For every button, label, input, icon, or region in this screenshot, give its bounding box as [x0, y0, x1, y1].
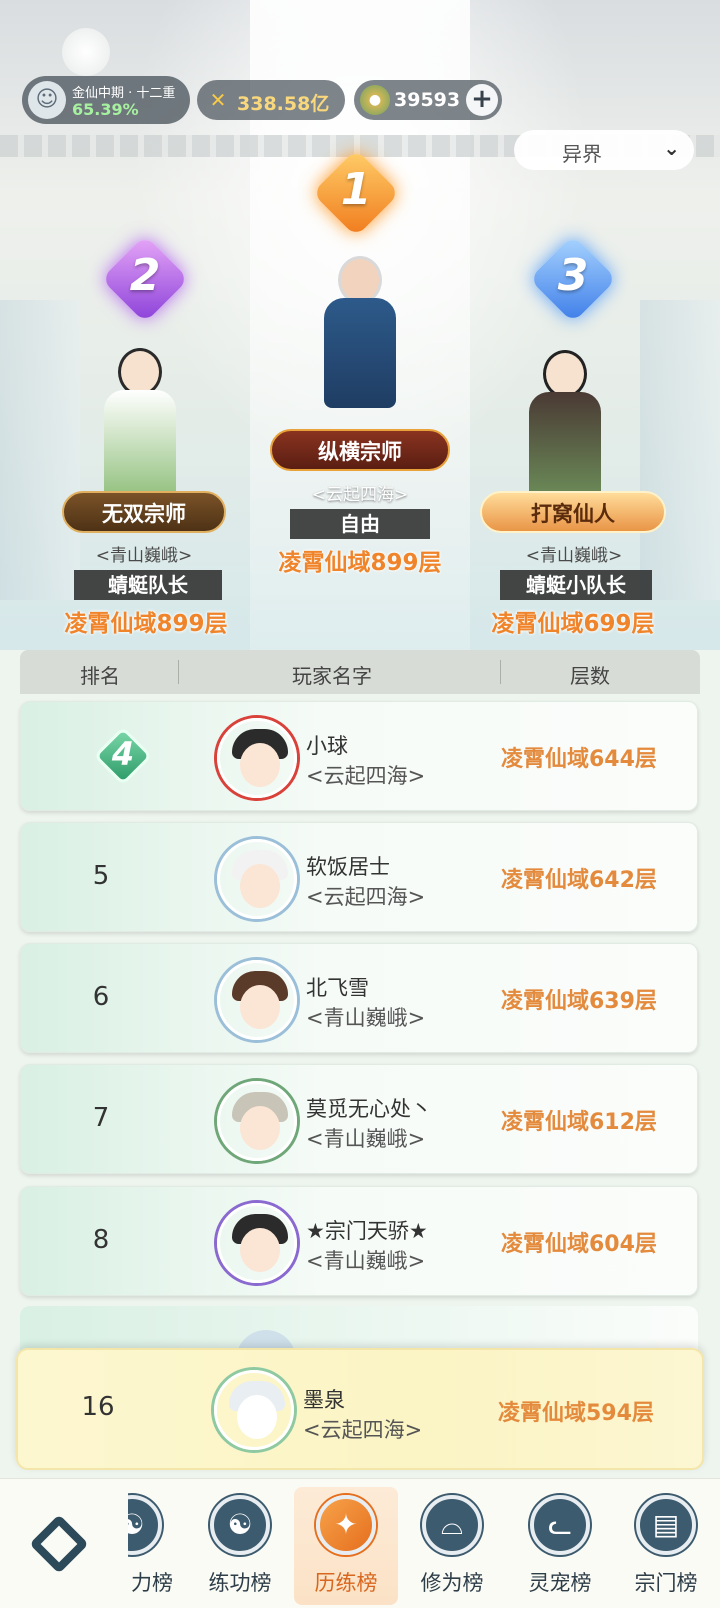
- gold-currency-chip[interactable]: ✕ 338.58亿: [197, 80, 345, 120]
- rank-2-character[interactable]: [85, 348, 195, 500]
- gold-amount: 338.58亿: [237, 93, 330, 115]
- player-name: 北飞雪: [306, 976, 369, 1000]
- player-guild: <云起四海>: [306, 885, 426, 909]
- table-row[interactable]: 8 ★宗门天骄★ <青山巍峨> 凌霄仙域604层: [20, 1186, 698, 1296]
- jade-orb-icon: ●: [360, 85, 390, 115]
- home-diamond-icon[interactable]: [24, 1509, 94, 1579]
- rank-3-title-plate: 打窝仙人: [480, 491, 666, 533]
- player-floor: 凌霄仙域612层: [501, 1110, 657, 1135]
- player-floor: 凌霄仙域604层: [501, 1232, 657, 1257]
- player-floor: 凌霄仙域642层: [501, 868, 657, 893]
- rank-3-name: 蜻蜓小队长: [500, 570, 652, 600]
- player-status-chip[interactable]: ☺ 金仙中期 · 十二重 65.39%: [22, 76, 190, 124]
- add-currency-button[interactable]: +: [466, 84, 498, 116]
- avatar[interactable]: [217, 1081, 297, 1161]
- player-rank: 6: [92, 982, 110, 1012]
- rank-3-badge: 3: [529, 235, 617, 323]
- tab-pet-rank[interactable]: ᓚ 灵宠榜: [508, 1487, 612, 1605]
- tab-trial-rank[interactable]: ✦ 历练榜: [294, 1487, 398, 1605]
- rank-4-badge: 4: [93, 726, 153, 786]
- table-row[interactable]: 6 北飞雪 <青山巍峨> 凌霄仙域639层: [20, 943, 698, 1053]
- chevron-down-icon: ⌄: [663, 136, 680, 160]
- gold-ingot-icon: ✕: [209, 88, 227, 112]
- rank-1-floor: 凌霄仙域899层: [278, 550, 442, 576]
- rank-1-name: 自由: [290, 509, 430, 539]
- cat-icon: ᓚ: [530, 1495, 590, 1555]
- tab-practice-rank[interactable]: ☯ 练功榜: [188, 1487, 292, 1605]
- my-guild: <云起四海>: [303, 1418, 423, 1442]
- moon-decoration: [62, 28, 110, 76]
- my-floor: 凌霄仙域594层: [498, 1401, 654, 1426]
- rank-2-guild: <青山巍峨>: [95, 546, 193, 566]
- rank-1-title-plate: 纵横宗师: [270, 429, 450, 471]
- player-rank: 8: [92, 1225, 110, 1255]
- rank-3-character[interactable]: [510, 350, 620, 502]
- rank-1-character[interactable]: [300, 256, 420, 426]
- sword-star-icon: ✦: [316, 1495, 376, 1555]
- avatar[interactable]: [217, 960, 297, 1040]
- rank-2-name: 蜻蜓队长: [74, 570, 222, 600]
- avatar[interactable]: [217, 718, 297, 798]
- rank-1-guild: <云起四海>: [311, 485, 409, 505]
- player-guild: <青山巍峨>: [306, 1127, 426, 1151]
- player-rank: 7: [92, 1103, 110, 1133]
- jade-currency-chip[interactable]: ● 39593 +: [354, 80, 502, 120]
- my-rank-row[interactable]: 16 墨泉 <云起四海> 凌霄仙域594层: [16, 1348, 704, 1470]
- partial-icon: ☯: [128, 1495, 162, 1555]
- table-row[interactable]: 4 小球 <云起四海> 凌霄仙域644层: [20, 701, 698, 811]
- player-rank: 5: [92, 861, 110, 891]
- rank-2-floor: 凌霄仙域899层: [64, 611, 228, 637]
- header-rank: 排名: [80, 664, 120, 688]
- player-guild: <云起四海>: [306, 764, 426, 788]
- player-guild: <青山巍峨>: [306, 1006, 426, 1030]
- realm-filter-label: 异界: [562, 142, 602, 166]
- ranking-table-header: 排名 玩家名字 层数: [20, 650, 700, 694]
- rank-2-badge: 2: [101, 235, 189, 323]
- player-floor: 凌霄仙域644层: [501, 747, 657, 772]
- player-progress: 65.39%: [72, 100, 139, 119]
- player-name: 小球: [306, 734, 348, 758]
- player-name: 软饭居士: [306, 855, 390, 879]
- book-icon: ▤: [636, 1495, 696, 1555]
- player-guild: <青山巍峨>: [306, 1249, 426, 1273]
- tab-cultivation-rank[interactable]: ⌓ 修为榜: [400, 1487, 504, 1605]
- avatar[interactable]: [217, 839, 297, 919]
- tab-power-rank[interactable]: ☯ 力榜: [128, 1487, 176, 1605]
- yin-yang-icon: ☯: [210, 1495, 270, 1555]
- table-row[interactable]: 5 软饭居士 <云起四海> 凌霄仙域642层: [20, 822, 698, 932]
- rank-3-floor: 凌霄仙域699层: [491, 611, 655, 637]
- player-floor: 凌霄仙域639层: [501, 989, 657, 1014]
- header-player-name: 玩家名字: [292, 664, 372, 688]
- table-row[interactable]: 7 莫觅无心处丶 <青山巍峨> 凌霄仙域612层: [20, 1064, 698, 1174]
- player-name: ★宗门天骄★: [306, 1219, 428, 1243]
- my-name: 墨泉: [303, 1388, 345, 1412]
- jade-amount: 39593: [394, 89, 461, 111]
- player-avatar: ☺: [28, 81, 66, 119]
- hat-icon: ⌓: [422, 1495, 482, 1555]
- player-realm: 金仙中期 · 十二重: [72, 86, 176, 101]
- player-name: 莫觅无心处丶: [306, 1097, 432, 1121]
- ranking-tab-bar: ☯ 力榜 ☯ 练功榜 ✦ 历练榜 ⌓ 修为榜 ᓚ 灵宠榜 ▤ 宗门榜: [0, 1478, 720, 1608]
- realm-filter-dropdown[interactable]: 异界 ⌄: [514, 130, 694, 170]
- header-floor: 层数: [570, 664, 610, 688]
- rank-2-title-plate: 无双宗师: [62, 491, 226, 533]
- tab-sect-rank[interactable]: ▤ 宗门榜: [614, 1487, 718, 1605]
- my-avatar[interactable]: [214, 1370, 294, 1450]
- avatar[interactable]: [217, 1203, 297, 1283]
- my-rank: 16: [81, 1392, 115, 1422]
- rank-3-guild: <青山巍峨>: [525, 546, 623, 566]
- rank-1-badge: 1: [312, 149, 400, 237]
